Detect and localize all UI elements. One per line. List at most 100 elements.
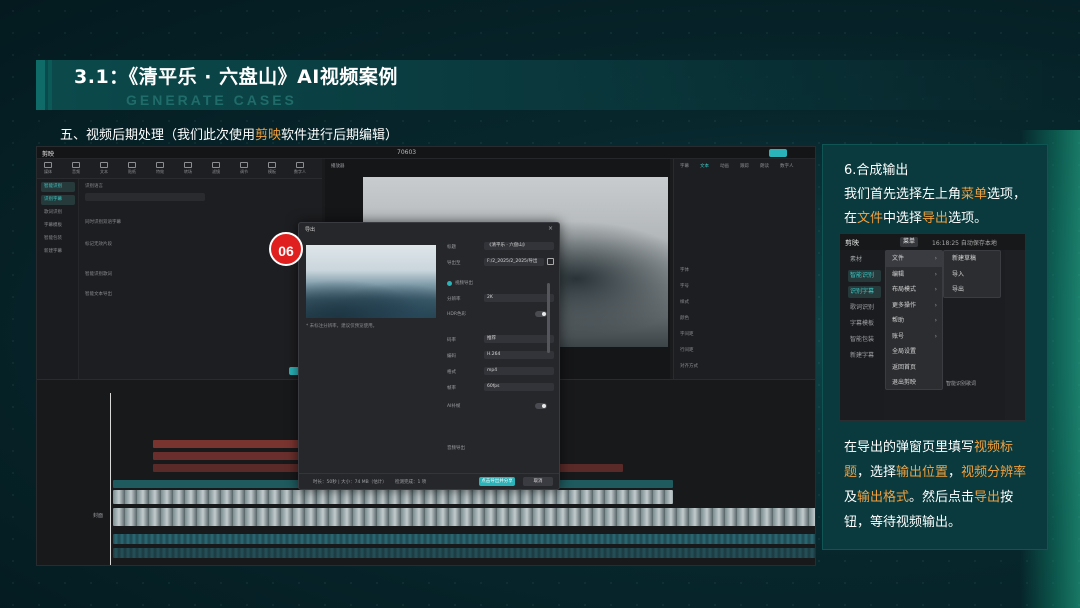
rp-style-label: 样式 [680, 300, 689, 305]
transition-icon [184, 162, 192, 168]
nav-subtitle-template[interactable]: 字幕模板 [41, 221, 75, 231]
folder-icon[interactable] [547, 258, 554, 265]
tool-transition[interactable]: 转场 [181, 162, 195, 176]
fps-select[interactable]: 60fps [484, 383, 554, 391]
timeline-audio-clip[interactable] [113, 548, 815, 558]
check-status: 检测完成：1 项 [395, 480, 427, 485]
editor-export-button[interactable] [769, 149, 787, 157]
sticker-icon [128, 162, 136, 168]
ms-side-item[interactable]: 素材 [848, 254, 881, 266]
info-panel: 6.合成输出 我们首先选择左上角菜单选项， 在文件中选择导出选项。 剪映 菜单 … [822, 144, 1048, 550]
ms-side-item[interactable]: 歌词识别 [848, 302, 881, 314]
menu-shot-sidebar: 素材 智能识别 识别字幕 歌词识别 字幕模板 智能包装 新建字幕 [840, 250, 884, 420]
ms-side-item[interactable]: 智能包装 [848, 334, 881, 346]
menu-item-help[interactable]: 帮助 › [886, 313, 942, 329]
rp-tab-read[interactable]: 朗读 [760, 163, 769, 169]
editor-toolbar: 媒体 音频 文本 贴纸 特效 转场 滤镜 调节 模板 数字人 [37, 159, 322, 179]
tool-digital-human[interactable]: 数字人 [293, 162, 307, 176]
highlight-export-button: 导出 [974, 490, 1001, 505]
hdr-toggle[interactable] [535, 311, 547, 317]
format-select[interactable]: mp4 [484, 367, 554, 375]
chevron-right-icon: › [934, 332, 937, 340]
export-cover-thumbnail[interactable] [306, 245, 436, 318]
tool-sticker[interactable]: 贴纸 [125, 162, 139, 176]
timeline-audio-clip[interactable] [113, 534, 815, 544]
timeline-playhead[interactable] [110, 393, 111, 565]
rp-tab-animation[interactable]: 动画 [720, 163, 729, 169]
ms-side-item[interactable]: 字幕模板 [848, 318, 881, 330]
menu-item-settings[interactable]: 全局设置 [886, 344, 942, 360]
info-heading-block: 6.合成输出 我们首先选择左上角菜单选项， 在文件中选择导出选项。 [844, 159, 1044, 231]
editor-screenshot: 剪映 70603 媒体 音频 文本 贴纸 特效 转场 滤镜 调节 模板 数字人 … [36, 146, 816, 566]
effects-icon [156, 162, 164, 168]
ai-frame-toggle[interactable] [535, 403, 547, 409]
filter-icon [212, 162, 220, 168]
menu-button[interactable]: 菜单 [900, 237, 918, 247]
menu-item-quit[interactable]: 退出剪映 [886, 375, 942, 391]
nav-smart-recognize[interactable]: 智能识别 [41, 182, 75, 192]
cover-note: * 未标注分辨率，建议仅预览使用。 [306, 324, 378, 329]
editor-project-title: 70603 [397, 149, 417, 156]
menu-item-account[interactable]: 账号 › [886, 329, 942, 345]
nav-recognize-subtitles[interactable]: 识别字幕 [41, 195, 75, 205]
ms-side-item[interactable]: 智能识别 [848, 270, 881, 282]
rp-tab-text[interactable]: 文本 [700, 163, 709, 169]
chevron-right-icon: › [934, 255, 937, 262]
nav-new-subtitle[interactable]: 新建字幕 [41, 247, 75, 257]
timeline-text-clip[interactable] [153, 440, 303, 448]
nav-lyrics[interactable]: 歌词识别 [41, 208, 75, 218]
player-label: 播放器 [331, 164, 345, 169]
menu-item-edit[interactable]: 编辑 › [886, 267, 942, 283]
lp-language-select[interactable] [85, 193, 205, 201]
resolution-label: 分辨率 [447, 297, 461, 302]
menu-item-layout[interactable]: 布局模式 › [886, 282, 942, 298]
editor-logo: 剪映 [42, 151, 55, 158]
tool-text[interactable]: 文本 [97, 162, 111, 176]
title-input[interactable]: 《清平乐 · 六盘山》 [484, 242, 554, 250]
editor-right-panel: 字幕 文本 动画 跟踪 朗读 数字人 字体 字号 样式 颜色 字间距 行间距 对… [673, 159, 815, 379]
export-button[interactable]: 点击导出并分享 [479, 477, 515, 486]
menu-item-more[interactable]: 更多操作 › [886, 298, 942, 314]
dialog-close-icon[interactable]: × [548, 225, 553, 232]
rp-tab-subtitle[interactable]: 字幕 [680, 163, 689, 169]
codec-select[interactable]: H.264 [484, 351, 554, 359]
nav-smart-pack[interactable]: 智能包装 [41, 234, 75, 244]
tool-audio[interactable]: 音频 [69, 162, 83, 176]
menu-item-file[interactable]: 文件 › [886, 251, 942, 267]
info-line-3: 在文件中选择导出选项。 [844, 211, 988, 226]
text-icon [100, 162, 108, 168]
timeline-video-clip[interactable] [113, 490, 673, 504]
highlight-menu: 菜单 [961, 187, 988, 202]
adjust-icon [240, 162, 248, 168]
rp-tab-digital[interactable]: 数字人 [780, 163, 794, 169]
submenu-import[interactable]: 导入 [944, 267, 1000, 283]
tool-filter[interactable]: 滤镜 [209, 162, 223, 176]
tool-template[interactable]: 模板 [265, 162, 279, 176]
export-path-input[interactable]: F:/2_2025/2_2025/导出 [484, 258, 544, 266]
template-icon [268, 162, 276, 168]
info-heading: 6.合成输出 [844, 163, 909, 178]
rp-tab-track[interactable]: 跟踪 [740, 163, 749, 169]
timeline-main-video[interactable] [113, 508, 815, 526]
lp-bilingual-label: 同时识别双语字幕 [85, 220, 121, 225]
resolution-select[interactable]: 2K [484, 294, 554, 302]
dialog-scrollbar[interactable] [547, 283, 550, 353]
tool-effects[interactable]: 特效 [153, 162, 167, 176]
submenu-new-draft[interactable]: 新建草稿 [944, 251, 1000, 267]
video-export-checkbox[interactable] [447, 281, 452, 286]
bitrate-select[interactable]: 推荐 [484, 335, 554, 343]
cancel-button[interactable]: 取消 [523, 477, 553, 486]
menu-shot-logo: 剪映 [845, 239, 859, 247]
ms-side-item[interactable]: 识别字幕 [848, 286, 881, 298]
tool-adjust[interactable]: 调节 [237, 162, 251, 176]
section-text-post: 软件进行后期编辑） [281, 128, 399, 143]
tool-media[interactable]: 媒体 [41, 162, 55, 176]
dialog-title: 导出 [305, 227, 316, 233]
chevron-right-icon: › [934, 270, 937, 278]
submenu-export[interactable]: 导出 [944, 282, 1000, 298]
menu-item-home[interactable]: 返回首页 [886, 360, 942, 376]
bitrate-label: 码率 [447, 338, 456, 343]
timeline-text-clip[interactable] [153, 452, 303, 460]
format-label: 格式 [447, 370, 456, 375]
ms-side-item[interactable]: 新建字幕 [848, 350, 881, 362]
